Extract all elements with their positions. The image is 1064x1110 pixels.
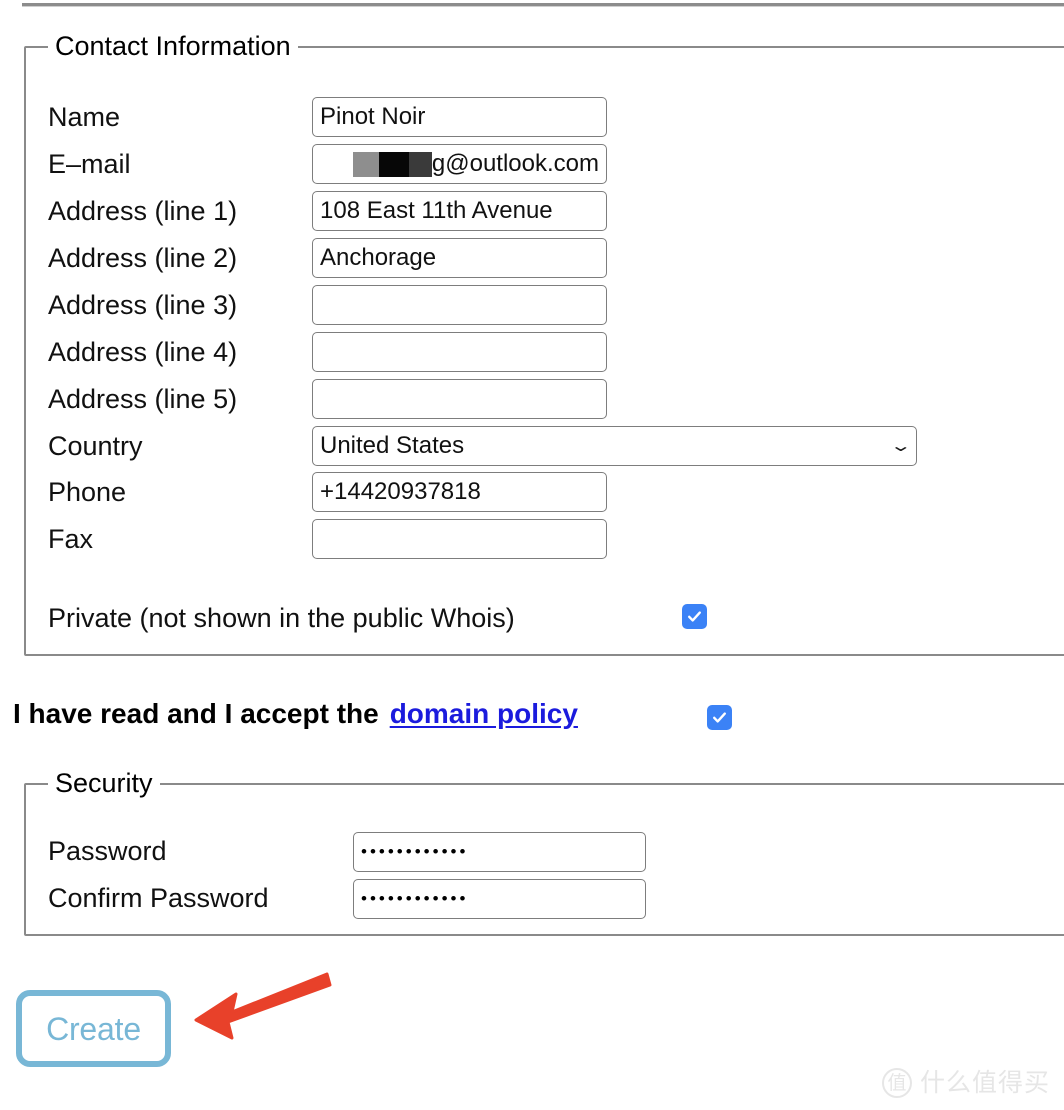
address-line-4-input[interactable] (312, 332, 607, 372)
create-button-label: Create (46, 1010, 141, 1047)
policy-acceptance-row: I have read and I accept the domain poli… (13, 697, 578, 731)
private-whois-checkbox[interactable] (682, 604, 707, 629)
contact-information-legend: Contact Information (48, 31, 298, 61)
label-address-line-3: Address (line 3) (48, 290, 238, 320)
label-row-name: Name (48, 96, 120, 138)
name-input[interactable]: Pinot Noir (312, 97, 607, 137)
email-input[interactable]: g@outlook.com (312, 144, 607, 184)
label-country: Country (48, 431, 143, 461)
address-line-3-input[interactable] (312, 285, 607, 325)
password-input[interactable]: •••••••••••• (353, 832, 646, 872)
label-address-line-5: Address (line 5) (48, 384, 238, 414)
label-address-line-2: Address (line 2) (48, 243, 238, 273)
email-visible-text: g@outlook.com (431, 150, 599, 177)
label-row-password: Password (48, 830, 167, 872)
domain-policy-link[interactable]: domain policy (390, 697, 578, 731)
label-row-address5: Address (line 5) (48, 378, 237, 420)
label-row-address4: Address (line 4) (48, 331, 237, 373)
chevron-down-icon: ⌄ (889, 437, 913, 455)
label-fax: Fax (48, 524, 94, 554)
label-name: Name (48, 102, 121, 132)
label-address-line-4: Address (line 4) (48, 337, 238, 367)
label-row-country: Country (48, 425, 143, 467)
label-password: Password (48, 836, 167, 866)
watermark-text: 什么值得买 (919, 1069, 1050, 1097)
watermark-badge-icon: 值 (881, 1068, 912, 1098)
label-row-email: E–mail (48, 143, 131, 185)
phone-input[interactable]: +14420937818 (312, 472, 607, 512)
confirm-password-masked-value: •••••••••••• (361, 889, 469, 908)
policy-acceptance-checkbox[interactable] (707, 705, 732, 730)
confirm-password-input[interactable]: •••••••••••• (353, 879, 646, 919)
create-button[interactable]: Create (16, 990, 171, 1067)
security-legend: Security (48, 768, 160, 798)
fax-input[interactable] (312, 519, 607, 559)
password-masked-value: •••••••••••• (361, 842, 469, 861)
country-select-value: United States (320, 432, 465, 459)
label-row-confirm-password: Confirm Password (48, 877, 269, 919)
address-line-2-input[interactable]: Anchorage (312, 238, 607, 278)
email-input-content: g@outlook.com (320, 150, 599, 178)
top-divider (22, 3, 1064, 7)
red-arrow-annotation-icon (194, 972, 332, 1040)
watermark: 值 什么值得买 (881, 1068, 1050, 1098)
check-icon (688, 611, 701, 622)
label-row-address1: Address (line 1) (48, 190, 237, 232)
label-email: E–mail (48, 149, 131, 179)
address-line-5-input[interactable] (312, 379, 607, 419)
label-confirm-password: Confirm Password (48, 883, 269, 913)
label-address-line-1: Address (line 1) (48, 196, 238, 226)
private-whois-label: Private (not shown in the public Whois) (48, 603, 515, 633)
label-row-address3: Address (line 3) (48, 284, 237, 326)
label-row-phone: Phone (48, 471, 126, 513)
private-whois-row: Private (not shown in the public Whois) (48, 597, 515, 639)
redaction-block-icon (408, 151, 432, 177)
check-icon (713, 712, 726, 723)
policy-acceptance-text: I have read and I accept the (13, 698, 379, 729)
label-row-fax: Fax (48, 518, 93, 560)
address-line-1-input[interactable]: 108 East 11th Avenue (312, 191, 607, 231)
redaction-block-icon (378, 151, 409, 177)
label-phone: Phone (48, 477, 127, 507)
redaction-block-icon (352, 151, 379, 177)
label-row-address2: Address (line 2) (48, 237, 237, 279)
country-select[interactable]: United States ⌄ (312, 426, 917, 466)
